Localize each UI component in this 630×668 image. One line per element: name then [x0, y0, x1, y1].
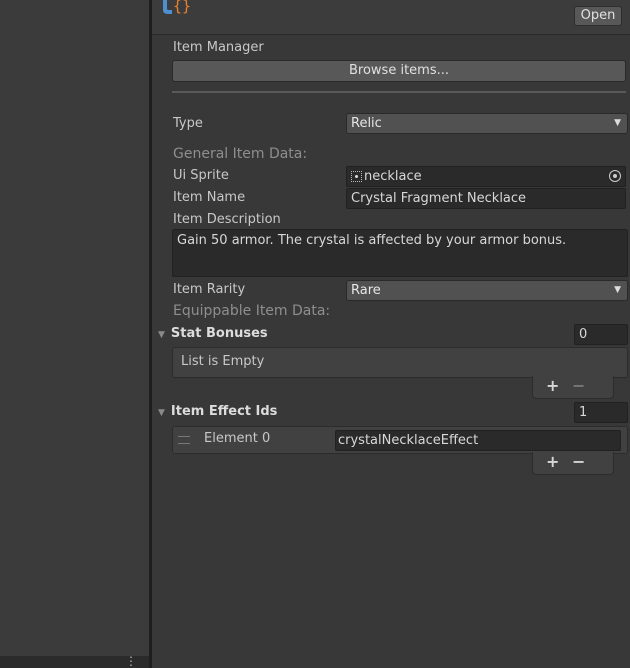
open-button[interactable]: Open	[574, 6, 622, 26]
item-description-value: Gain 50 armor. The crystal is affected b…	[177, 233, 567, 248]
kebab-menu-icon[interactable]: ⋮	[125, 654, 137, 668]
element-label: Element 0	[204, 431, 271, 446]
inspector-header: {} Open	[152, 0, 630, 35]
triangle-down-icon: ▼	[158, 408, 165, 418]
triangle-down-icon: ▼	[158, 330, 165, 340]
stat-bonuses-list: List is Empty	[172, 347, 628, 378]
item-name-value: Crystal Fragment Necklace	[351, 191, 527, 206]
item-description-field[interactable]: Gain 50 armor. The crystal is affected b…	[172, 229, 628, 277]
item-manager-label: Item Manager	[173, 40, 264, 55]
equippable-item-data-header: Equippable Item Data:	[173, 303, 331, 319]
add-element-button[interactable]: +	[546, 376, 559, 396]
left-panel-footer: ⋮	[0, 654, 149, 668]
item-description-label: Item Description	[173, 212, 281, 227]
add-element-button[interactable]: +	[546, 452, 559, 472]
item-name-label: Item Name	[173, 190, 246, 205]
browse-items-button[interactable]: Browse items...	[172, 60, 626, 82]
chevron-down-icon: ▼	[614, 285, 621, 295]
list-empty-text: List is Empty	[181, 354, 265, 369]
item-effect-ids-label: Item Effect Ids	[170, 404, 278, 419]
list-item: Element 0 crystalNecklaceEffect	[173, 429, 627, 451]
stat-bonuses-footer: + −	[532, 376, 614, 399]
inspector-panel: {} Open Item Manager Browse items... Typ…	[152, 0, 630, 668]
stat-bonuses-label: Stat Bonuses	[170, 326, 268, 341]
type-label: Type	[173, 116, 203, 131]
general-item-data-header: General Item Data:	[173, 146, 308, 162]
element-value-field[interactable]: crystalNecklaceEffect	[335, 430, 621, 451]
separator	[172, 91, 626, 93]
item-effect-ids-size-field[interactable]: 1	[574, 402, 628, 423]
item-rarity-dropdown[interactable]: Rare ▼	[346, 280, 628, 301]
ui-sprite-label: Ui Sprite	[173, 168, 229, 183]
left-panel: ⋮	[0, 0, 149, 668]
ui-sprite-value: necklace	[364, 169, 422, 184]
remove-element-button[interactable]: −	[572, 376, 585, 396]
chevron-down-icon: ▼	[614, 118, 621, 128]
object-picker-icon[interactable]	[609, 170, 621, 182]
stat-bonuses-foldout[interactable]: ▼ Stat Bonuses	[158, 326, 268, 341]
csharp-script-icon: {}	[163, 0, 191, 15]
ui-sprite-field[interactable]: necklace	[346, 166, 626, 187]
element-value: crystalNecklaceEffect	[338, 433, 479, 448]
type-value: Relic	[351, 116, 382, 131]
item-rarity-label: Item Rarity	[173, 282, 246, 297]
item-effect-ids-foldout[interactable]: ▼ Item Effect Ids	[158, 404, 277, 419]
stat-bonuses-size-field[interactable]: 0	[574, 324, 628, 345]
remove-element-button[interactable]: −	[572, 452, 585, 472]
item-name-field[interactable]: Crystal Fragment Necklace	[346, 188, 626, 209]
type-dropdown[interactable]: Relic ▼	[346, 113, 628, 134]
drag-handle-icon[interactable]	[178, 436, 190, 444]
item-effect-ids-footer: + −	[532, 452, 614, 475]
item-effect-ids-count: 1	[579, 405, 588, 420]
item-rarity-value: Rare	[351, 283, 381, 298]
svg-text:{}: {}	[173, 0, 191, 15]
sprite-icon	[351, 171, 362, 182]
stat-bonuses-count: 0	[579, 327, 588, 342]
item-effect-ids-list: Element 0 crystalNecklaceEffect	[172, 426, 628, 454]
